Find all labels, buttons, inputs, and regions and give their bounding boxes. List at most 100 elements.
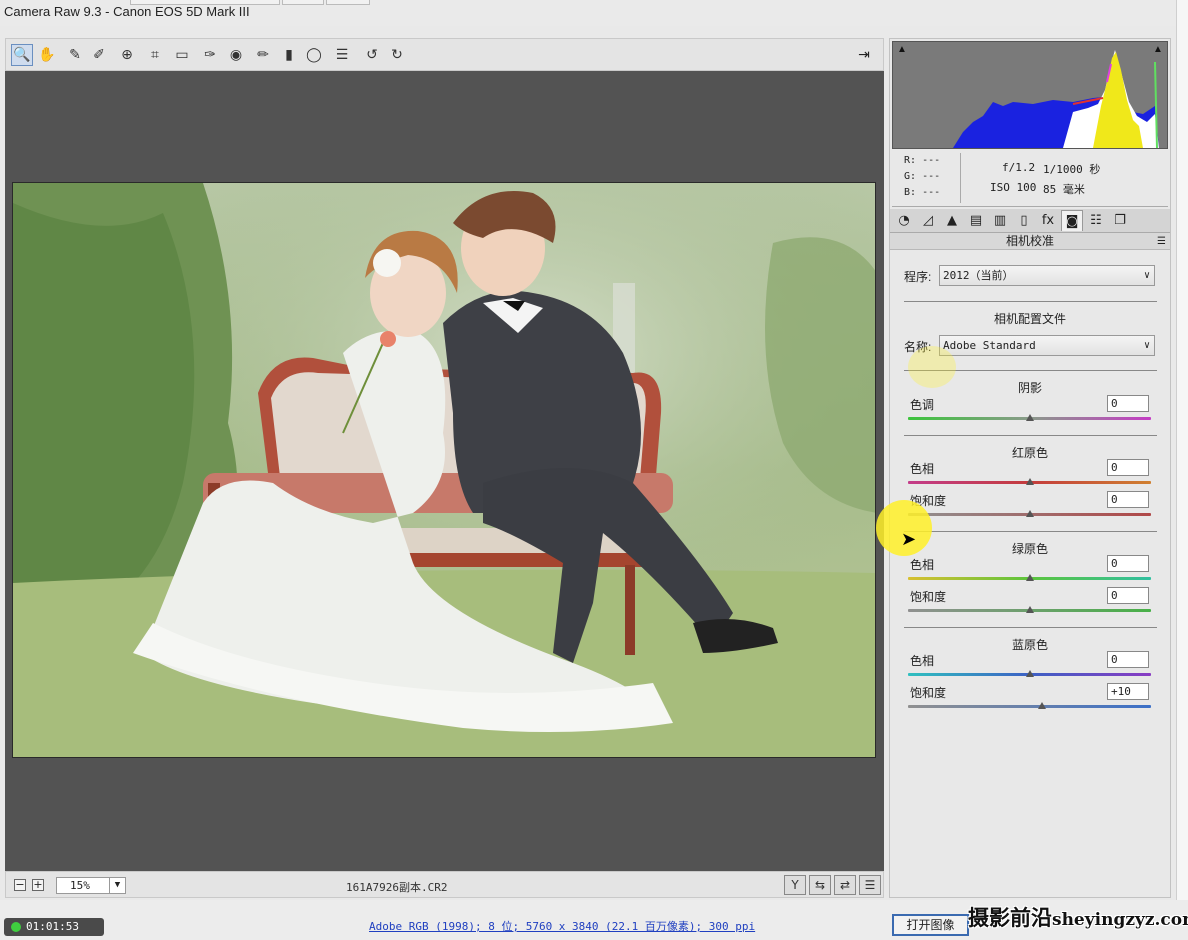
blue-saturation-slider[interactable] bbox=[908, 702, 1151, 709]
shadow-clipping-icon[interactable]: ▲ bbox=[895, 44, 909, 56]
cursor-highlight bbox=[908, 346, 956, 388]
highlight-clipping-icon[interactable]: ▲ bbox=[1151, 44, 1165, 56]
photo-preview[interactable] bbox=[12, 182, 876, 758]
preferences-icon[interactable]: ☰ bbox=[331, 44, 353, 66]
hand-icon[interactable]: ✋ bbox=[36, 44, 58, 66]
histogram-graph bbox=[953, 50, 1159, 148]
aperture: f/1.2 bbox=[1002, 161, 1036, 174]
view-settings-icon[interactable]: ☰ bbox=[859, 875, 881, 895]
tone-curve-icon[interactable]: ◿ bbox=[917, 210, 939, 231]
red-hue-input[interactable]: 0 bbox=[1107, 459, 1149, 476]
site-watermark: 摄影前沿sheyingzyz.com bbox=[968, 902, 1188, 932]
slider-thumb[interactable] bbox=[1025, 510, 1034, 517]
crop-icon[interactable]: ⌗ bbox=[144, 44, 166, 66]
red-eye-icon[interactable]: ◉ bbox=[225, 44, 247, 66]
status-bar: − + 15% ▼ 161A7926副本.CR2 Y ⇆ ⇄ ☰ bbox=[5, 871, 884, 898]
divider bbox=[904, 301, 1157, 302]
focal-length: 85 毫米 bbox=[1043, 183, 1085, 196]
divider bbox=[904, 435, 1157, 436]
chevron-down-icon: ∨ bbox=[1143, 340, 1150, 351]
title-tab-stub bbox=[130, 0, 280, 5]
graduated-filter-icon[interactable]: ▮ bbox=[278, 44, 300, 66]
white-balance-icon[interactable]: ✎ bbox=[64, 44, 86, 66]
panel-menu-icon[interactable]: ☰ bbox=[1157, 233, 1166, 250]
rotate-ccw-icon[interactable]: ↺ bbox=[361, 44, 383, 66]
slider-thumb[interactable] bbox=[1025, 574, 1034, 581]
snapshots-icon[interactable]: ❐ bbox=[1109, 210, 1131, 231]
watermark-cn: 摄影前沿 bbox=[968, 905, 1052, 930]
split-toning-icon[interactable]: ▥ bbox=[989, 210, 1011, 231]
lens-corrections-icon[interactable]: ▯ bbox=[1013, 210, 1035, 231]
swap-icon[interactable]: ⇆ bbox=[809, 875, 831, 895]
blue-hue-input[interactable]: 0 bbox=[1107, 651, 1149, 668]
slider-thumb[interactable] bbox=[1037, 702, 1046, 709]
effects-icon[interactable]: fx bbox=[1037, 210, 1059, 231]
straighten-icon[interactable]: ▭ bbox=[171, 44, 193, 66]
window-titlebar: Camera Raw 9.3 - Canon EOS 5D Mark III bbox=[0, 0, 1188, 26]
presets-icon[interactable]: ☷ bbox=[1085, 210, 1107, 231]
slider-thumb[interactable] bbox=[1025, 478, 1034, 485]
zoom-level-select[interactable]: 15% ▼ bbox=[56, 877, 126, 894]
spot-removal-icon[interactable]: ✑ bbox=[199, 44, 221, 66]
blue-saturation-input[interactable]: +10 bbox=[1107, 683, 1149, 700]
blue-hue-label: 色相 bbox=[910, 654, 935, 668]
red-hue-slider[interactable] bbox=[908, 478, 1151, 485]
slider-thumb[interactable] bbox=[1025, 670, 1034, 677]
recording-timer: 01:01:53 bbox=[4, 918, 104, 936]
process-select[interactable]: 2012（当前） ∨ bbox=[939, 265, 1155, 286]
red-saturation-input[interactable]: 0 bbox=[1107, 491, 1149, 508]
window-title: Camera Raw 9.3 - Canon EOS 5D Mark III bbox=[4, 4, 250, 19]
timer-value: 01:01:53 bbox=[26, 920, 79, 933]
slider-thumb[interactable] bbox=[1025, 606, 1034, 613]
copy-settings-icon[interactable]: ⇄ bbox=[834, 875, 856, 895]
watermark-en: sheyingzyz.com bbox=[1052, 910, 1188, 930]
panel-tabs: ◔ ◿ ▲ ▤ ▥ ▯ fx ◙ ☷ ❐ bbox=[890, 209, 1170, 233]
blue-hue-slider[interactable] bbox=[908, 670, 1151, 677]
green-hue-slider[interactable] bbox=[908, 574, 1151, 581]
divider bbox=[904, 627, 1157, 628]
adjustment-panel: ▲ ▲ R: --- G: --- B: --- f/1.2 1/1000 秒 … bbox=[889, 38, 1171, 898]
info-separator bbox=[960, 153, 961, 203]
shutter-speed: 1/1000 秒 bbox=[1043, 163, 1101, 176]
color-sampler-icon[interactable]: ✐ bbox=[88, 44, 110, 66]
b-value: --- bbox=[922, 187, 941, 198]
zoom-icon[interactable]: 🔍 bbox=[11, 44, 33, 66]
window-right-edge bbox=[1176, 0, 1188, 900]
zoom-in-button[interactable]: + bbox=[32, 879, 44, 891]
red-hue-label: 色相 bbox=[910, 462, 935, 476]
adjustment-brush-icon[interactable]: ✏ bbox=[252, 44, 274, 66]
g-value: --- bbox=[922, 171, 941, 182]
shadows-tint-input[interactable]: 0 bbox=[1107, 395, 1149, 412]
chevron-down-icon: ▼ bbox=[109, 878, 125, 893]
wedding-photo-image bbox=[13, 183, 875, 757]
green-hue-input[interactable]: 0 bbox=[1107, 555, 1149, 572]
green-saturation-slider[interactable] bbox=[908, 606, 1151, 613]
profile-name-select[interactable]: Adobe Standard ∨ bbox=[939, 335, 1155, 356]
detail-icon[interactable]: ▲ bbox=[941, 210, 963, 231]
red-saturation-slider[interactable] bbox=[908, 510, 1151, 517]
record-indicator-icon bbox=[11, 922, 21, 932]
hsl-icon[interactable]: ▤ bbox=[965, 210, 987, 231]
profile-name-value: Adobe Standard bbox=[943, 339, 1036, 352]
workflow-options-link[interactable]: Adobe RGB (1998); 8 位; 5760 x 3840 (22.1… bbox=[369, 918, 755, 934]
file-name: 161A7926副本.CR2 bbox=[346, 881, 448, 894]
camera-calibration-icon[interactable]: ◙ bbox=[1061, 210, 1083, 231]
toggle-fullscreen-icon[interactable]: ⇥ bbox=[853, 44, 875, 66]
readout-info: R: --- G: --- B: --- f/1.2 1/1000 秒 ISO … bbox=[892, 151, 1168, 207]
shadows-tint-slider[interactable] bbox=[908, 414, 1151, 421]
basic-icon[interactable]: ◔ bbox=[893, 210, 915, 231]
title-tab-stub bbox=[326, 0, 370, 5]
rotate-cw-icon[interactable]: ↻ bbox=[386, 44, 408, 66]
blue-saturation-label: 饱和度 bbox=[910, 686, 947, 700]
zoom-out-button[interactable]: − bbox=[14, 879, 26, 891]
chevron-down-icon: ∨ bbox=[1143, 270, 1150, 281]
open-image-button[interactable]: 打开图像 bbox=[892, 914, 969, 936]
radial-filter-icon[interactable]: ◯ bbox=[303, 44, 325, 66]
target-adjust-icon[interactable]: ⊕ bbox=[116, 44, 138, 66]
b-label: B: bbox=[904, 187, 917, 198]
before-after-icon[interactable]: Y bbox=[784, 875, 806, 895]
panel-header: 相机校准 ☰ bbox=[890, 233, 1170, 250]
r-label: R: bbox=[904, 155, 917, 166]
green-saturation-input[interactable]: 0 bbox=[1107, 587, 1149, 604]
slider-thumb[interactable] bbox=[1025, 414, 1034, 421]
